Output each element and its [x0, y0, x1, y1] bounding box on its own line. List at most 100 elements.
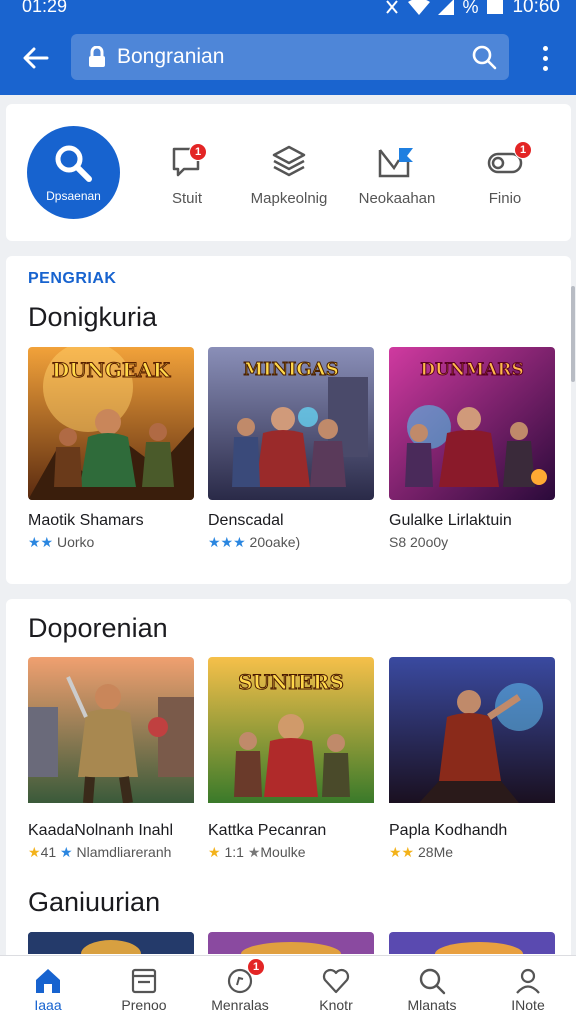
game-thumbnail: MINIGAS [208, 347, 374, 500]
game-meta: ★★ Uorko [28, 534, 194, 551]
map-flag-icon [378, 148, 413, 178]
app-bar: 01:29 % 10:60 [0, 0, 576, 95]
nav-item-home[interactable]: Iaaa [0, 956, 96, 1024]
status-time: 01:29 [22, 0, 68, 16]
dot-icon [542, 45, 548, 51]
game-card[interactable]: DUNMARS Gulalke Lirlaktuin S8 20o0y [389, 347, 555, 550]
game-subtitle: Moulke [260, 844, 306, 860]
game-card[interactable]: KaadaNolnanh Inahl ★41 ★ Nlamdliareranh [28, 657, 194, 861]
game-meta: ★★ 28Me [389, 844, 555, 861]
bottom-navigation: Iaaa Prenoo 1 Menralas Knotr Mlanats INo… [0, 955, 576, 1024]
search-input[interactable] [117, 45, 457, 69]
game-meta: ★ 1:1 ★Moulke [208, 844, 374, 861]
nav-label: Menralas [211, 997, 269, 1013]
game-art-title: DUNMARS [420, 360, 524, 380]
section-tag: PENGRIAK [28, 270, 117, 287]
nav-label: Iaaa [34, 997, 62, 1013]
heart-icon [322, 968, 350, 994]
quick-action-toggle[interactable]: 1 Finio [480, 141, 532, 207]
rating-stars: ★ [28, 844, 41, 860]
quick-action-label: Mapkeolnig [250, 190, 328, 207]
quick-action-chat[interactable]: 1 Stuit [156, 142, 218, 207]
game-title: Gulalke Lirlaktuin [389, 512, 512, 529]
game-art-title: DUNGEAK [52, 358, 171, 382]
nav-item-calendar[interactable]: Prenoo [96, 956, 192, 1024]
nav-item-favorites[interactable]: Knotr [288, 956, 384, 1024]
game-subtitle: 20oake) [249, 534, 301, 550]
dot-icon [542, 65, 548, 71]
featured-section: PENGRIAK Donigkuria DUNGEAK Maotik Shama… [6, 256, 571, 584]
game-thumbnail[interactable] [208, 932, 374, 954]
battery-percent: % [462, 0, 479, 17]
search-bar[interactable] [71, 34, 509, 80]
game-thumbnail: DUNGEAK [28, 347, 194, 500]
section-title: Doporenian [28, 613, 168, 643]
arrow-left-icon [23, 47, 49, 69]
overflow-menu-button[interactable] [533, 40, 557, 76]
rating-stars: ★★ [28, 534, 54, 550]
nav-item-messages[interactable]: 1 Menralas [192, 956, 288, 1024]
game-title: Kattka Pecanran [208, 822, 327, 839]
rating-stars: ★ [208, 844, 221, 860]
rating-stars: ★ [247, 844, 261, 860]
game-title: KaadaNolnanh Inahl [28, 822, 174, 839]
search-icon [55, 145, 92, 182]
game-rating: 41 [40, 844, 57, 860]
quick-action-label: Neokaahan [358, 190, 436, 207]
game-title: Denscadal [208, 512, 284, 529]
status-bar: 01:29 % 10:60 [0, 0, 576, 22]
game-card[interactable]: SUNIERS Kattka Pecanran ★ 1:1 ★Moulke [208, 657, 374, 861]
calendar-icon [131, 968, 157, 994]
quick-action-layers[interactable]: Mapkeolnig [244, 142, 334, 207]
battery-icon [487, 0, 504, 14]
game-meta: ★41 ★ Nlamdliareranh [28, 844, 194, 861]
game-art-title: SUNIERS [238, 670, 344, 694]
nav-item-profile[interactable]: INote [480, 956, 576, 1024]
game-card[interactable]: Papla Kodhandh ★★ 28Me [389, 657, 555, 861]
quick-action-map[interactable]: Neokaahan [354, 142, 440, 207]
nav-label: Mlanats [407, 997, 457, 1013]
game-thumbnail: DUNMARS [389, 347, 555, 500]
notification-badge: 1 [189, 143, 207, 161]
quick-actions-card: Dpsaenan 1 Stuit Mapkeolnig Neokaahan 1 … [6, 104, 571, 241]
game-card[interactable]: DUNGEAK Maotik Shamars ★★ Uorko [28, 347, 194, 551]
game-thumbnail[interactable] [389, 932, 555, 954]
wifi-icon [408, 0, 431, 15]
game-subtitle: S8 20o0y [389, 534, 449, 550]
quick-action-label: Stuit [171, 190, 202, 207]
game-thumbnail[interactable] [28, 932, 194, 954]
nav-label: INote [511, 997, 545, 1013]
game-title: Maotik Shamars [28, 512, 144, 529]
game-thumbnail: SUNIERS [208, 657, 374, 810]
quick-action-search[interactable]: Dpsaenan [27, 126, 120, 219]
search-icon [419, 968, 446, 995]
game-subtitle: 28Me [418, 844, 454, 860]
game-subtitle: Nlamdliareranh [76, 844, 172, 860]
layers-icon [272, 145, 306, 177]
search-icon[interactable] [471, 44, 497, 70]
game-rating: 1:1 [224, 844, 244, 860]
rating-stars: ★ [60, 844, 73, 860]
game-meta: ★★★ 20oake) [208, 534, 374, 551]
game-thumbnail [389, 657, 555, 810]
rating-stars: ★★★ [208, 534, 246, 550]
game-meta: S8 20o0y [389, 534, 555, 550]
profile-icon [516, 968, 540, 994]
game-card[interactable]: MINIGAS Denscadal ★★★ 20oake) [208, 347, 374, 551]
nav-item-search[interactable]: Mlanats [384, 956, 480, 1024]
game-subtitle: Uorko [57, 534, 95, 550]
section-title: Donigkuria [28, 302, 158, 332]
section-title: Ganiuurian [28, 887, 161, 917]
nav-label: Knotr [319, 997, 353, 1013]
back-button[interactable] [18, 40, 54, 76]
rating-stars: ★★ [389, 844, 415, 860]
notification-badge: 1 [247, 958, 265, 976]
alert-icon [386, 0, 399, 14]
notification-badge: 1 [514, 141, 532, 159]
status-clock: 10:60 [512, 0, 560, 17]
nav-label: Prenoo [121, 997, 167, 1013]
lock-icon [89, 46, 105, 67]
signal-icon [438, 0, 455, 15]
game-title: Papla Kodhandh [389, 822, 508, 839]
scrollbar[interactable] [571, 286, 575, 382]
